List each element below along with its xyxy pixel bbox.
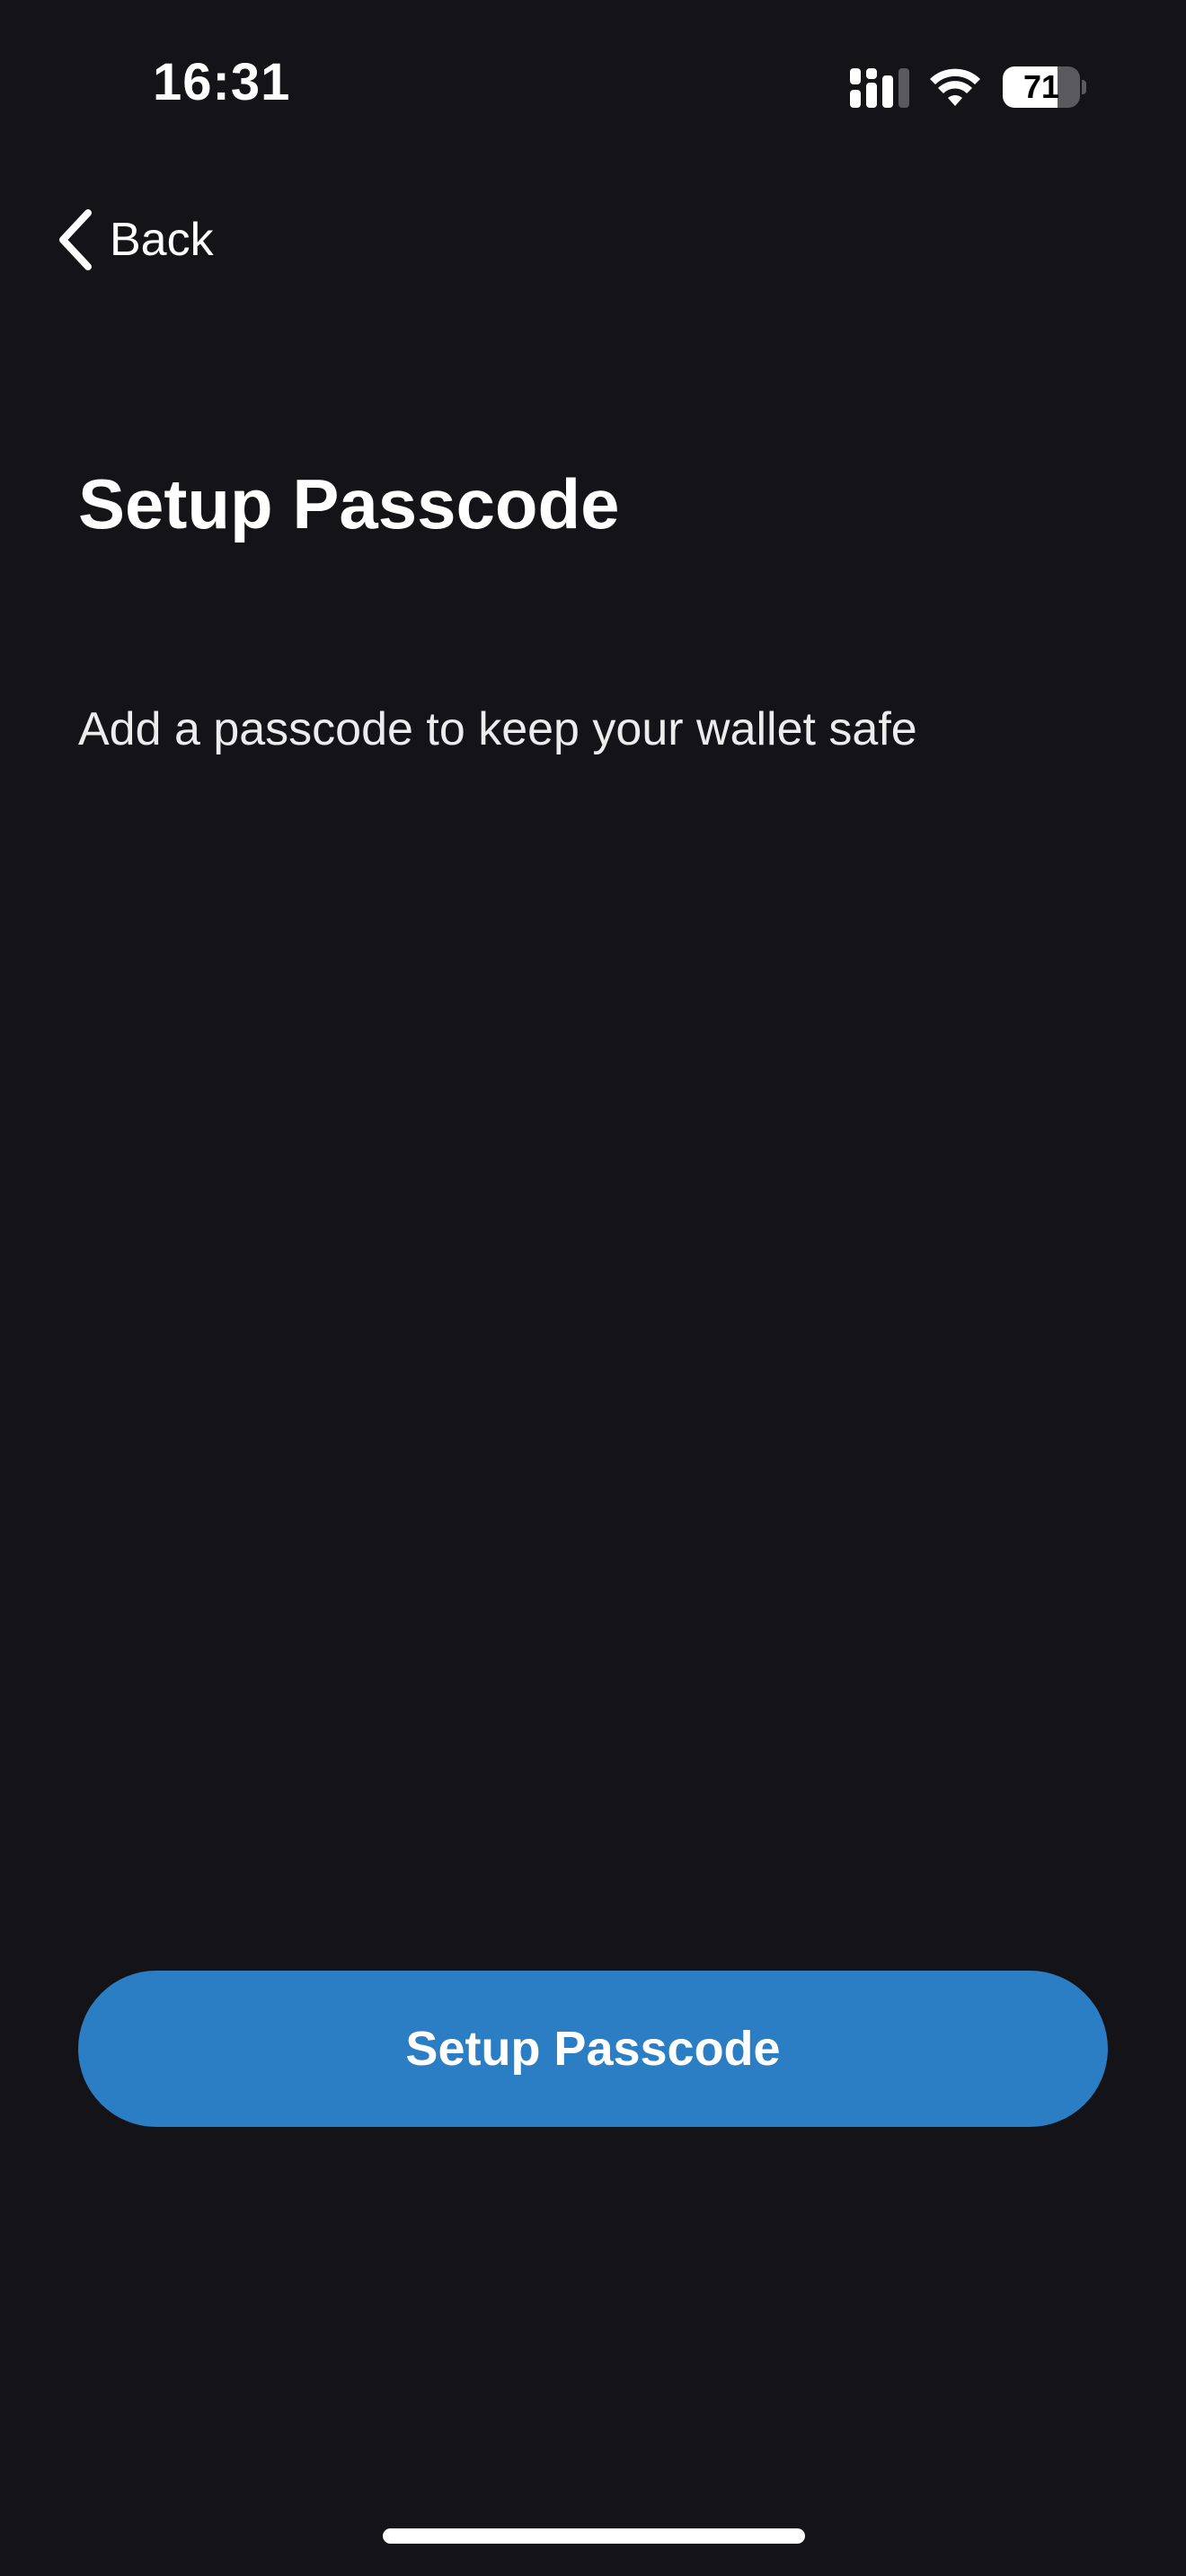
cellular-signal-icon	[850, 68, 909, 108]
page-title: Setup Passcode	[78, 464, 620, 543]
back-button[interactable]: Back	[54, 199, 214, 280]
battery-icon: 71	[1003, 66, 1086, 108]
wifi-icon	[930, 68, 980, 106]
status-bar: 16:31 71	[0, 0, 1186, 180]
back-label: Back	[110, 214, 214, 266]
battery-level: 71	[1022, 68, 1060, 105]
battery-cap	[1082, 80, 1086, 94]
status-time: 16:31	[153, 53, 291, 111]
setup-passcode-button-label: Setup Passcode	[405, 2022, 781, 2076]
chevron-left-icon	[59, 209, 92, 270]
home-indicator	[383, 2528, 805, 2544]
page-subtitle: Add a passcode to keep your wallet safe	[78, 703, 917, 755]
setup-passcode-button[interactable]: Setup Passcode	[78, 1971, 1108, 2127]
